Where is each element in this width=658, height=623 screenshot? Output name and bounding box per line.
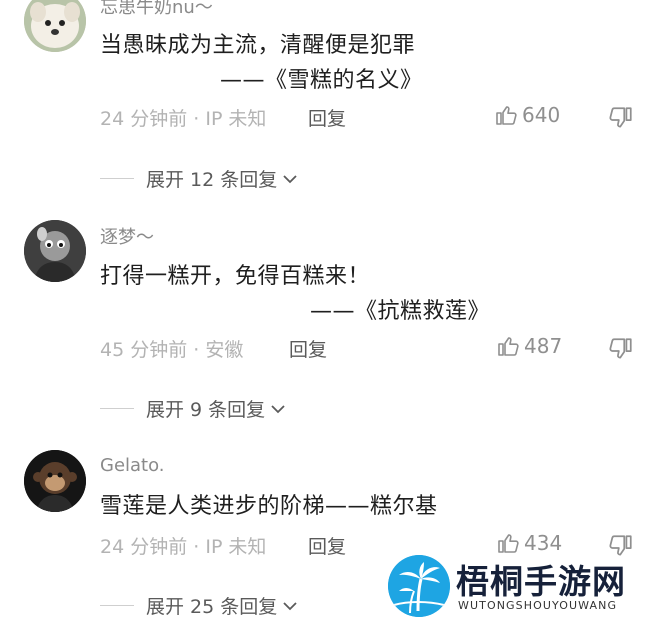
avatar[interactable] bbox=[24, 450, 86, 512]
monkey-avatar-icon bbox=[24, 450, 86, 512]
like-count: 434 bbox=[524, 531, 563, 555]
watermark: 梧桐手游网 WUTONGSHOUYOUWANG bbox=[384, 553, 646, 623]
chevron-down-icon bbox=[283, 601, 297, 610]
palm-tree-logo-icon bbox=[388, 555, 450, 617]
username[interactable]: Gelato. bbox=[100, 455, 165, 476]
comment-meta: 24 分钟前 · IP 未知 bbox=[100, 536, 267, 558]
watermark-subtitle: WUTONGSHOUYOUWANG bbox=[458, 599, 618, 612]
like-button[interactable]: 434 bbox=[496, 531, 562, 555]
comment-text: 雪莲是人类进步的阶梯——糕尔基 bbox=[100, 494, 438, 519]
watermark-title: 梧桐手游网 bbox=[456, 562, 626, 601]
reply-button[interactable]: 回复 bbox=[308, 532, 346, 559]
expand-replies[interactable]: 展开 25 条回复 bbox=[100, 592, 299, 619]
expand-replies-label: 展开 25 条回复 bbox=[146, 596, 278, 618]
divider-line bbox=[100, 605, 134, 606]
thumbs-up-icon bbox=[498, 534, 519, 553]
comment-3: Gelato. 雪莲是人类进步的阶梯——糕尔基 24 分钟前 · IP 未知 回… bbox=[0, 0, 658, 623]
